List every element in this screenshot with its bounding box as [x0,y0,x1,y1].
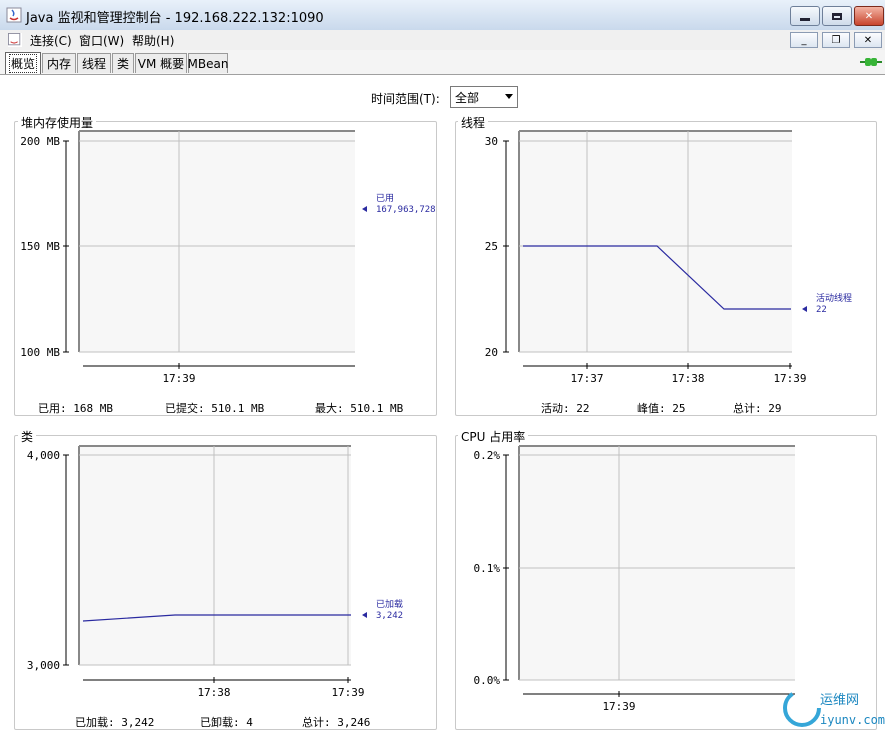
maximize-button[interactable] [822,6,852,26]
threads-peak-info: 峰值: 25 [637,402,686,415]
classes-loaded-info: 已加载: 3,242 [75,716,155,729]
inner-close-button[interactable]: ✕ [854,32,882,48]
heap-used-info: 已用: 168 MB [38,402,113,415]
iyunv-watermark-logo: 运维网 iyunv.com [783,689,885,727]
menu-help[interactable]: 帮助(H) [132,32,174,49]
window-title: Java 监视和管理控制台 - 192.168.222.132:1090 [26,11,324,26]
maximize-icon [832,12,842,20]
threads-panel [455,121,877,416]
menu-connect[interactable]: 连接(C) [30,32,72,49]
classes-panel [14,435,437,730]
heap-memory-panel [14,121,437,416]
heap-panel-title: 堆内存使用量 [18,114,97,131]
close-icon: ✕ [864,10,874,22]
time-range-label: 时间范围(T): [371,92,440,106]
tab-bar: 概览 内存 线程 类 VM 概要 MBean [0,50,885,75]
heap-max-info: 最大: 510.1 MB [315,402,404,415]
time-range-select[interactable]: 全部 [450,86,518,108]
threads-live-info: 活动: 22 [541,402,590,415]
threads-panel-title: 线程 [458,114,489,131]
restore-icon: ❐ [831,34,841,46]
menu-window[interactable]: 窗口(W) [79,32,124,49]
minimize-icon: _ [801,34,807,46]
tab-threads[interactable]: 线程 [77,53,111,73]
threads-total-info: 总计: 29 [733,402,782,415]
title-bar: Java 监视和管理控制台 - 192.168.222.132:1090 ✕ [0,0,885,31]
java-icon [6,7,22,23]
close-button[interactable]: ✕ [854,6,884,26]
classes-total-info: 总计: 3,246 [302,716,371,729]
classes-panel-title: 类 [18,428,37,445]
cpu-panel-title: CPU 占用率 [458,428,529,445]
tab-mbean[interactable]: MBean [188,53,228,73]
connection-plug-icon[interactable] [860,57,882,67]
minimize-icon [800,17,810,21]
tab-vm-summary[interactable]: VM 概要 [135,53,187,73]
tab-overview[interactable]: 概览 [5,52,41,74]
tab-memory[interactable]: 内存 [42,53,76,73]
inner-restore-button[interactable]: ❐ [822,32,850,48]
menu-bar: 连接(C) 窗口(W) 帮助(H) _ ❐ ✕ [0,30,885,51]
close-icon: ✕ [863,34,873,46]
heap-committed-info: 已提交: 510.1 MB [165,402,265,415]
chevron-down-icon [505,94,513,99]
inner-minimize-button[interactable]: _ [790,32,818,48]
classes-unloaded-info: 已卸载: 4 [200,716,253,729]
tab-classes[interactable]: 类 [112,53,134,73]
svg-text:iyunv.com: iyunv.com [820,713,885,727]
minimize-button[interactable] [790,6,820,26]
document-java-icon [8,33,22,47]
time-range-value: 全部 [455,91,480,105]
svg-text:运维网: 运维网 [820,693,859,708]
